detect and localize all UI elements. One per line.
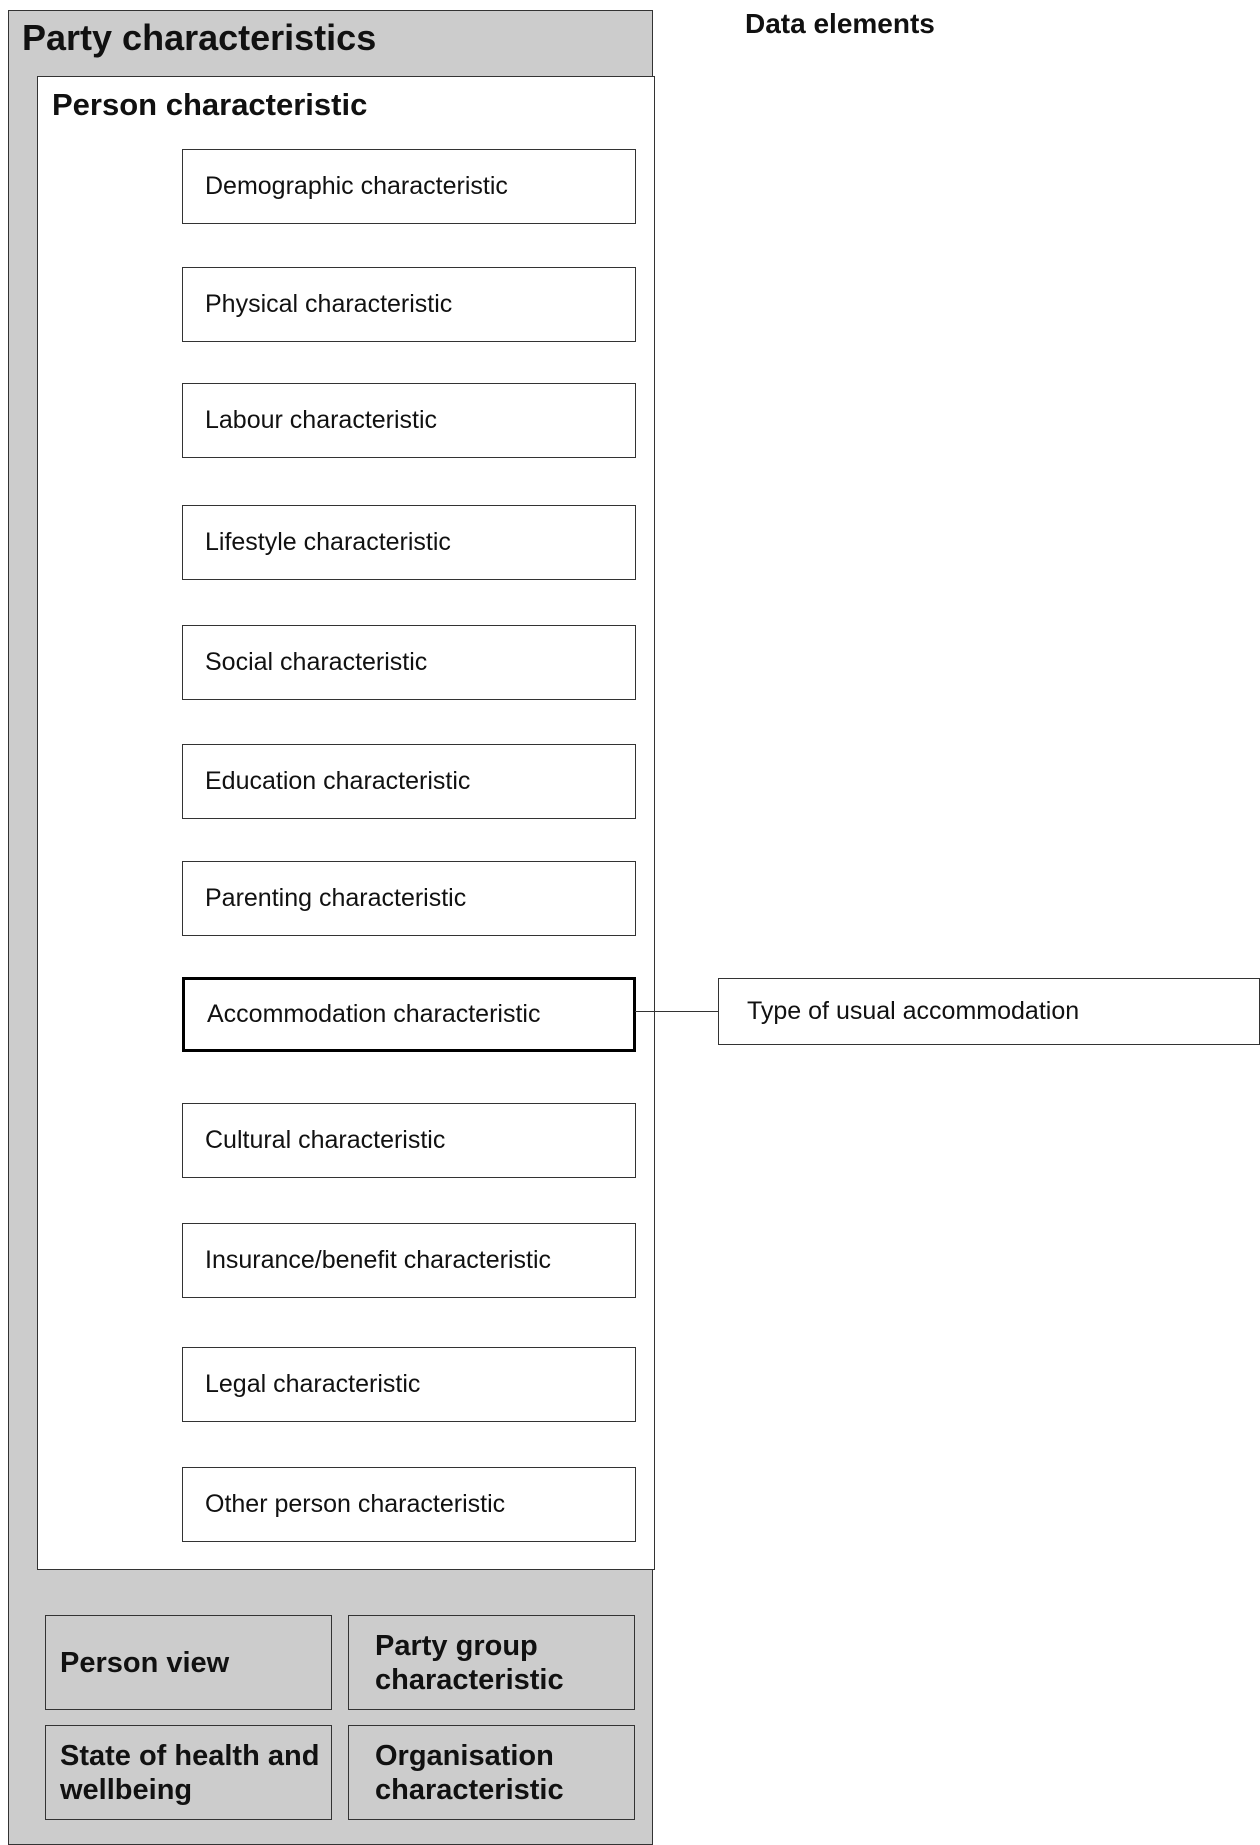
type-of-usual-accommodation-box[interactable]: Type of usual accommodation [718,978,1260,1045]
lifestyle-characteristic-box[interactable]: Lifestyle characteristic [182,505,636,580]
physical-characteristic-box[interactable]: Physical characteristic [182,267,636,342]
state-of-health-box[interactable]: State of health and wellbeing [45,1725,332,1820]
legal-characteristic-box[interactable]: Legal characteristic [182,1347,636,1422]
education-characteristic-box[interactable]: Education characteristic [182,744,636,819]
person-characteristic-title: Person characteristic [52,87,368,122]
data-elements-title: Data elements [745,8,935,39]
accommodation-characteristic-box[interactable]: Accommodation characteristic [182,977,636,1052]
social-characteristic-box[interactable]: Social characteristic [182,625,636,700]
cultural-characteristic-box[interactable]: Cultural characteristic [182,1103,636,1178]
party-characteristics-title: Party characteristics [22,17,377,58]
person-characteristic-panel: Person characteristic Demographic charac… [37,76,655,1570]
labour-characteristic-box[interactable]: Labour characteristic [182,383,636,458]
other-person-characteristic-box[interactable]: Other person characteristic [182,1467,636,1542]
insurance-benefit-characteristic-box[interactable]: Insurance/benefit characteristic [182,1223,636,1298]
demographic-characteristic-box[interactable]: Demographic characteristic [182,149,636,224]
parenting-characteristic-box[interactable]: Parenting characteristic [182,861,636,936]
person-view-box[interactable]: Person view [45,1615,332,1710]
party-group-characteristic-box[interactable]: Party group characteristic [348,1615,635,1710]
organisation-characteristic-box[interactable]: Organisation characteristic [348,1725,635,1820]
connector-line [635,1011,718,1012]
